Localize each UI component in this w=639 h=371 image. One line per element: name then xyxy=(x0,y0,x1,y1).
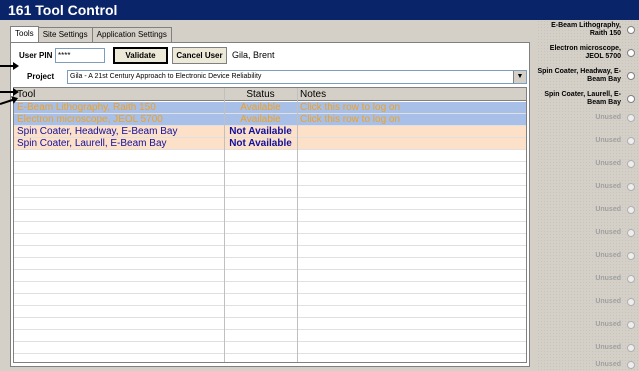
tool-selector-item[interactable]: Unused xyxy=(537,252,635,260)
project-selected-value: Gila - A 21st Century Approach to Electr… xyxy=(70,73,262,80)
grid-header: Tool Status Notes xyxy=(14,88,526,101)
radio-button[interactable] xyxy=(627,137,635,145)
radio-button[interactable] xyxy=(627,298,635,306)
cell-status: Available xyxy=(240,102,281,113)
column-header-status[interactable]: Status xyxy=(224,88,297,100)
main-area: Tools Site Settings Application Settings… xyxy=(0,20,537,371)
table-row[interactable]: Spin Coater, Headway, E-Beam Bay Not Ava… xyxy=(14,126,526,138)
tools-panel: User PIN Validate Cancel User Gila, Bren… xyxy=(10,42,530,367)
empty-row xyxy=(14,186,526,198)
empty-row xyxy=(14,306,526,318)
arrow-pointer-icon xyxy=(0,62,19,70)
window-title: 161 Tool Control xyxy=(0,0,639,20)
empty-row xyxy=(14,258,526,270)
cell-notes xyxy=(297,126,526,137)
radio-button[interactable] xyxy=(627,160,635,168)
tool-selector-item[interactable]: Unused xyxy=(537,321,635,329)
arrow-pointer-icon xyxy=(0,88,19,96)
cell-notes: Click this row to log on xyxy=(300,102,401,113)
column-divider xyxy=(224,88,225,362)
radio-button[interactable] xyxy=(627,321,635,329)
radio-button[interactable] xyxy=(627,252,635,260)
empty-row xyxy=(14,198,526,210)
empty-row xyxy=(14,342,526,354)
empty-row xyxy=(14,270,526,282)
tool-selector-item[interactable]: Unused xyxy=(537,160,635,168)
tool-selector-item[interactable]: Spin Coater, Laurell, E-Beam Bay xyxy=(537,91,635,107)
user-pin-input[interactable] xyxy=(55,48,105,63)
cell-status: Not Available xyxy=(229,138,292,149)
tool-selector-item[interactable]: Unused xyxy=(537,344,635,352)
tool-selector-item[interactable]: Unused xyxy=(537,206,635,214)
empty-row xyxy=(14,246,526,258)
tab-bar: Tools Site Settings Application Settings xyxy=(10,26,172,42)
tool-selector-panel: E-Beam Lithography, Raith 150 Electron m… xyxy=(537,20,639,371)
radio-button[interactable] xyxy=(627,275,635,283)
tool-selector-item[interactable]: Unused xyxy=(537,275,635,283)
table-row[interactable]: E-Beam Lithography, Raith 150 Available … xyxy=(14,102,526,114)
tool-selector-item[interactable]: Unused xyxy=(537,298,635,306)
cell-status: Not Available xyxy=(229,126,292,137)
cell-notes: Click this row to log on xyxy=(300,114,401,125)
empty-row xyxy=(14,210,526,222)
cell-tool: Spin Coater, Headway, E-Beam Bay xyxy=(17,126,178,137)
radio-button[interactable] xyxy=(627,344,635,352)
tool-selector-item[interactable]: Unused xyxy=(537,183,635,191)
column-header-tool[interactable]: Tool xyxy=(14,88,224,100)
user-pin-label: User PIN xyxy=(19,51,53,60)
empty-row xyxy=(14,318,526,330)
tool-grid: Tool Status Notes E-Beam Lithography, Ra… xyxy=(13,87,527,363)
tab-site-settings[interactable]: Site Settings xyxy=(37,27,93,42)
tool-selector-item[interactable]: Unused xyxy=(537,229,635,237)
tab-tools[interactable]: Tools xyxy=(10,26,39,42)
column-divider xyxy=(297,88,298,362)
tool-selector-item[interactable]: Unused xyxy=(537,361,635,369)
empty-row xyxy=(14,234,526,246)
radio-button[interactable] xyxy=(627,206,635,214)
project-select[interactable]: Gila - A 21st Century Approach to Electr… xyxy=(67,70,527,84)
radio-button[interactable] xyxy=(627,72,635,80)
tab-application-settings[interactable]: Application Settings xyxy=(91,27,172,42)
table-row[interactable]: Spin Coater, Laurell, E-Beam Bay Not Ava… xyxy=(14,138,526,150)
radio-button[interactable] xyxy=(627,95,635,103)
table-row[interactable]: Electron microscope, JEOL 5700 Available… xyxy=(14,114,526,126)
cell-tool: E-Beam Lithography, Raith 150 xyxy=(17,102,156,113)
empty-row xyxy=(14,174,526,186)
radio-button[interactable] xyxy=(627,183,635,191)
cell-tool: Electron microscope, JEOL 5700 xyxy=(17,114,163,125)
radio-button[interactable] xyxy=(627,114,635,122)
tool-selector-item[interactable]: Unused xyxy=(537,137,635,145)
radio-button[interactable] xyxy=(627,229,635,237)
tool-selector-item[interactable]: Electron microscope, JEOL 5700 xyxy=(537,45,635,61)
empty-row xyxy=(14,330,526,342)
empty-row xyxy=(14,150,526,162)
empty-row xyxy=(14,294,526,306)
empty-row xyxy=(14,162,526,174)
cell-tool: Spin Coater, Laurell, E-Beam Bay xyxy=(17,138,167,149)
current-user-name: Gila, Brent xyxy=(232,50,275,60)
validate-button[interactable]: Validate xyxy=(113,47,168,64)
empty-row xyxy=(14,222,526,234)
empty-row xyxy=(14,354,526,362)
tool-selector-item[interactable]: Spin Coater, Headway, E-Beam Bay xyxy=(537,68,635,84)
column-header-notes[interactable]: Notes xyxy=(297,88,526,100)
empty-row xyxy=(14,282,526,294)
cancel-user-button[interactable]: Cancel User xyxy=(172,47,227,64)
radio-button[interactable] xyxy=(627,361,635,369)
cell-status: Available xyxy=(240,114,281,125)
radio-button[interactable] xyxy=(627,26,635,34)
tool-selector-item[interactable]: E-Beam Lithography, Raith 150 xyxy=(537,22,635,38)
radio-button[interactable] xyxy=(627,49,635,57)
tool-selector-item[interactable]: Unused xyxy=(537,114,635,122)
tool-control-window: 161 Tool Control Tools Site Settings App… xyxy=(0,0,639,371)
project-label: Project xyxy=(27,72,55,81)
chevron-down-icon[interactable]: ▼ xyxy=(513,71,526,83)
cell-notes xyxy=(297,138,526,149)
